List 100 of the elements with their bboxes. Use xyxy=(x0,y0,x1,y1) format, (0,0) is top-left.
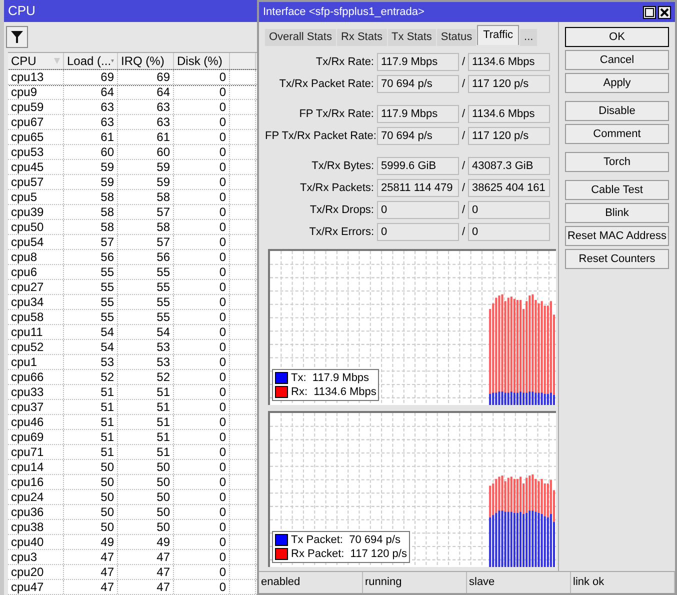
table-cell: 0 xyxy=(174,310,230,324)
table-cell: 51 xyxy=(118,400,174,414)
table-cell: 0 xyxy=(174,160,230,174)
tab[interactable]: Rx Stats xyxy=(336,29,387,46)
close-button[interactable] xyxy=(658,6,671,18)
field-label: FP Tx/Rx Rate: xyxy=(298,106,375,122)
tab[interactable]: Traffic xyxy=(477,25,520,45)
dialog-button[interactable]: Reset Counters xyxy=(565,249,669,269)
sort-arrow-icon xyxy=(54,58,60,64)
table-cell: cpu9 xyxy=(8,85,64,99)
table-cell: 58 xyxy=(118,190,174,204)
table-cell: cpu46 xyxy=(8,415,64,429)
table-cell: 52 xyxy=(64,370,118,384)
table-cell: cpu53 xyxy=(8,145,64,159)
table-cell: 57 xyxy=(64,235,118,249)
table-cell: 54 xyxy=(64,325,118,339)
table-cell: cpu6 xyxy=(8,265,64,279)
column-header[interactable]: CPU xyxy=(8,53,64,69)
tab[interactable]: Tx Stats xyxy=(388,29,436,46)
separator-text: / xyxy=(460,224,466,240)
table-cell: 59 xyxy=(64,160,118,174)
table-cell: cpu40 xyxy=(8,535,64,549)
field-label: Tx/Rx Packet Rate: xyxy=(278,76,375,92)
table-cell: 57 xyxy=(118,205,174,219)
table-cell: 50 xyxy=(64,520,118,534)
column-header[interactable]: Load (... xyxy=(64,53,118,69)
dialog-button[interactable]: Cable Test xyxy=(565,180,669,200)
tab[interactable]: Status xyxy=(436,29,476,46)
filter-button[interactable] xyxy=(6,26,28,48)
table-cell: 69 xyxy=(118,70,174,84)
field-label: FP Tx/Rx Packet Rate: xyxy=(265,128,377,144)
table-cell: 50 xyxy=(118,490,174,504)
table-cell: 47 xyxy=(118,565,174,579)
table-cell: cpu27 xyxy=(8,280,64,294)
dialog-button[interactable]: Cancel xyxy=(565,50,669,70)
table-cell: cpu36 xyxy=(8,505,64,519)
table-cell: 50 xyxy=(118,520,174,534)
table-cell: 0 xyxy=(174,520,230,534)
table-cell: 59 xyxy=(118,175,174,189)
table-cell: 0 xyxy=(174,235,230,249)
dialog-button[interactable]: Blink xyxy=(565,203,669,223)
separator-text: / xyxy=(460,202,466,218)
tab[interactable]: Overall Stats xyxy=(265,29,336,46)
value-field: 117 120 p/s xyxy=(468,75,550,93)
table-cell: 0 xyxy=(174,100,230,114)
table-cell: cpu58 xyxy=(8,310,64,324)
table-cell: 61 xyxy=(118,130,174,144)
column-header[interactable]: IRQ (%) xyxy=(118,53,174,69)
table-cell: 0 xyxy=(174,475,230,489)
table-cell: cpu38 xyxy=(8,520,64,534)
tab[interactable]: ... xyxy=(520,29,538,46)
separator-text: / xyxy=(460,158,466,174)
table-cell: 55 xyxy=(64,310,118,324)
table-cell: 49 xyxy=(118,535,174,549)
legend-label: Rx Packet: 117 120 p/s xyxy=(291,546,407,562)
table-cell: 0 xyxy=(174,340,230,354)
table-cell: 47 xyxy=(118,580,174,594)
table-cell: cpu71 xyxy=(8,445,64,459)
value-field: 70 694 p/s xyxy=(377,75,459,93)
table-cell: 0 xyxy=(174,385,230,399)
status-text: link ok xyxy=(571,572,675,593)
table-cell: cpu11 xyxy=(8,325,64,339)
separator-text: / xyxy=(460,106,466,122)
table-cell: 69 xyxy=(64,70,118,84)
table-cell: 0 xyxy=(174,370,230,384)
window-title: Interface <sfp-sfpplus1_entrada> xyxy=(263,4,424,20)
table-cell: 0 xyxy=(174,175,230,189)
separator-text: / xyxy=(460,54,466,70)
table-cell: 53 xyxy=(118,340,174,354)
table-cell: 0 xyxy=(174,430,230,444)
table-cell: 47 xyxy=(64,580,118,594)
table-cell: 55 xyxy=(64,295,118,309)
table-cell: 52 xyxy=(118,370,174,384)
table-cell: 51 xyxy=(64,400,118,414)
table-cell: 50 xyxy=(64,490,118,504)
legend-label: Tx: 117.9 Mbps xyxy=(291,370,370,386)
table-cell: 59 xyxy=(118,160,174,174)
table-cell: 58 xyxy=(64,205,118,219)
dialog-button[interactable]: OK xyxy=(565,27,669,47)
value-field: 0 xyxy=(377,201,459,219)
table-cell: cpu16 xyxy=(8,475,64,489)
table-cell: cpu57 xyxy=(8,175,64,189)
maximize-icon xyxy=(645,8,654,16)
dialog-button[interactable]: Reset MAC Address xyxy=(565,226,669,246)
table-cell: 57 xyxy=(118,235,174,249)
table-cell: cpu52 xyxy=(8,340,64,354)
dialog-button[interactable]: Disable xyxy=(565,101,669,121)
table-cell: 58 xyxy=(64,220,118,234)
sort-arrow-icon xyxy=(111,58,114,64)
table-cell: 54 xyxy=(118,325,174,339)
table-cell: 47 xyxy=(64,565,118,579)
table-cell: 50 xyxy=(118,505,174,519)
table-cell: 63 xyxy=(64,100,118,114)
separator-text: / xyxy=(460,76,466,92)
dialog-button[interactable]: Torch xyxy=(565,152,669,172)
column-header[interactable]: Disk (%) xyxy=(174,53,230,69)
table-cell: cpu37 xyxy=(8,400,64,414)
dialog-button[interactable]: Apply xyxy=(565,73,669,93)
maximize-button[interactable] xyxy=(643,6,656,18)
dialog-button[interactable]: Comment xyxy=(565,124,669,144)
